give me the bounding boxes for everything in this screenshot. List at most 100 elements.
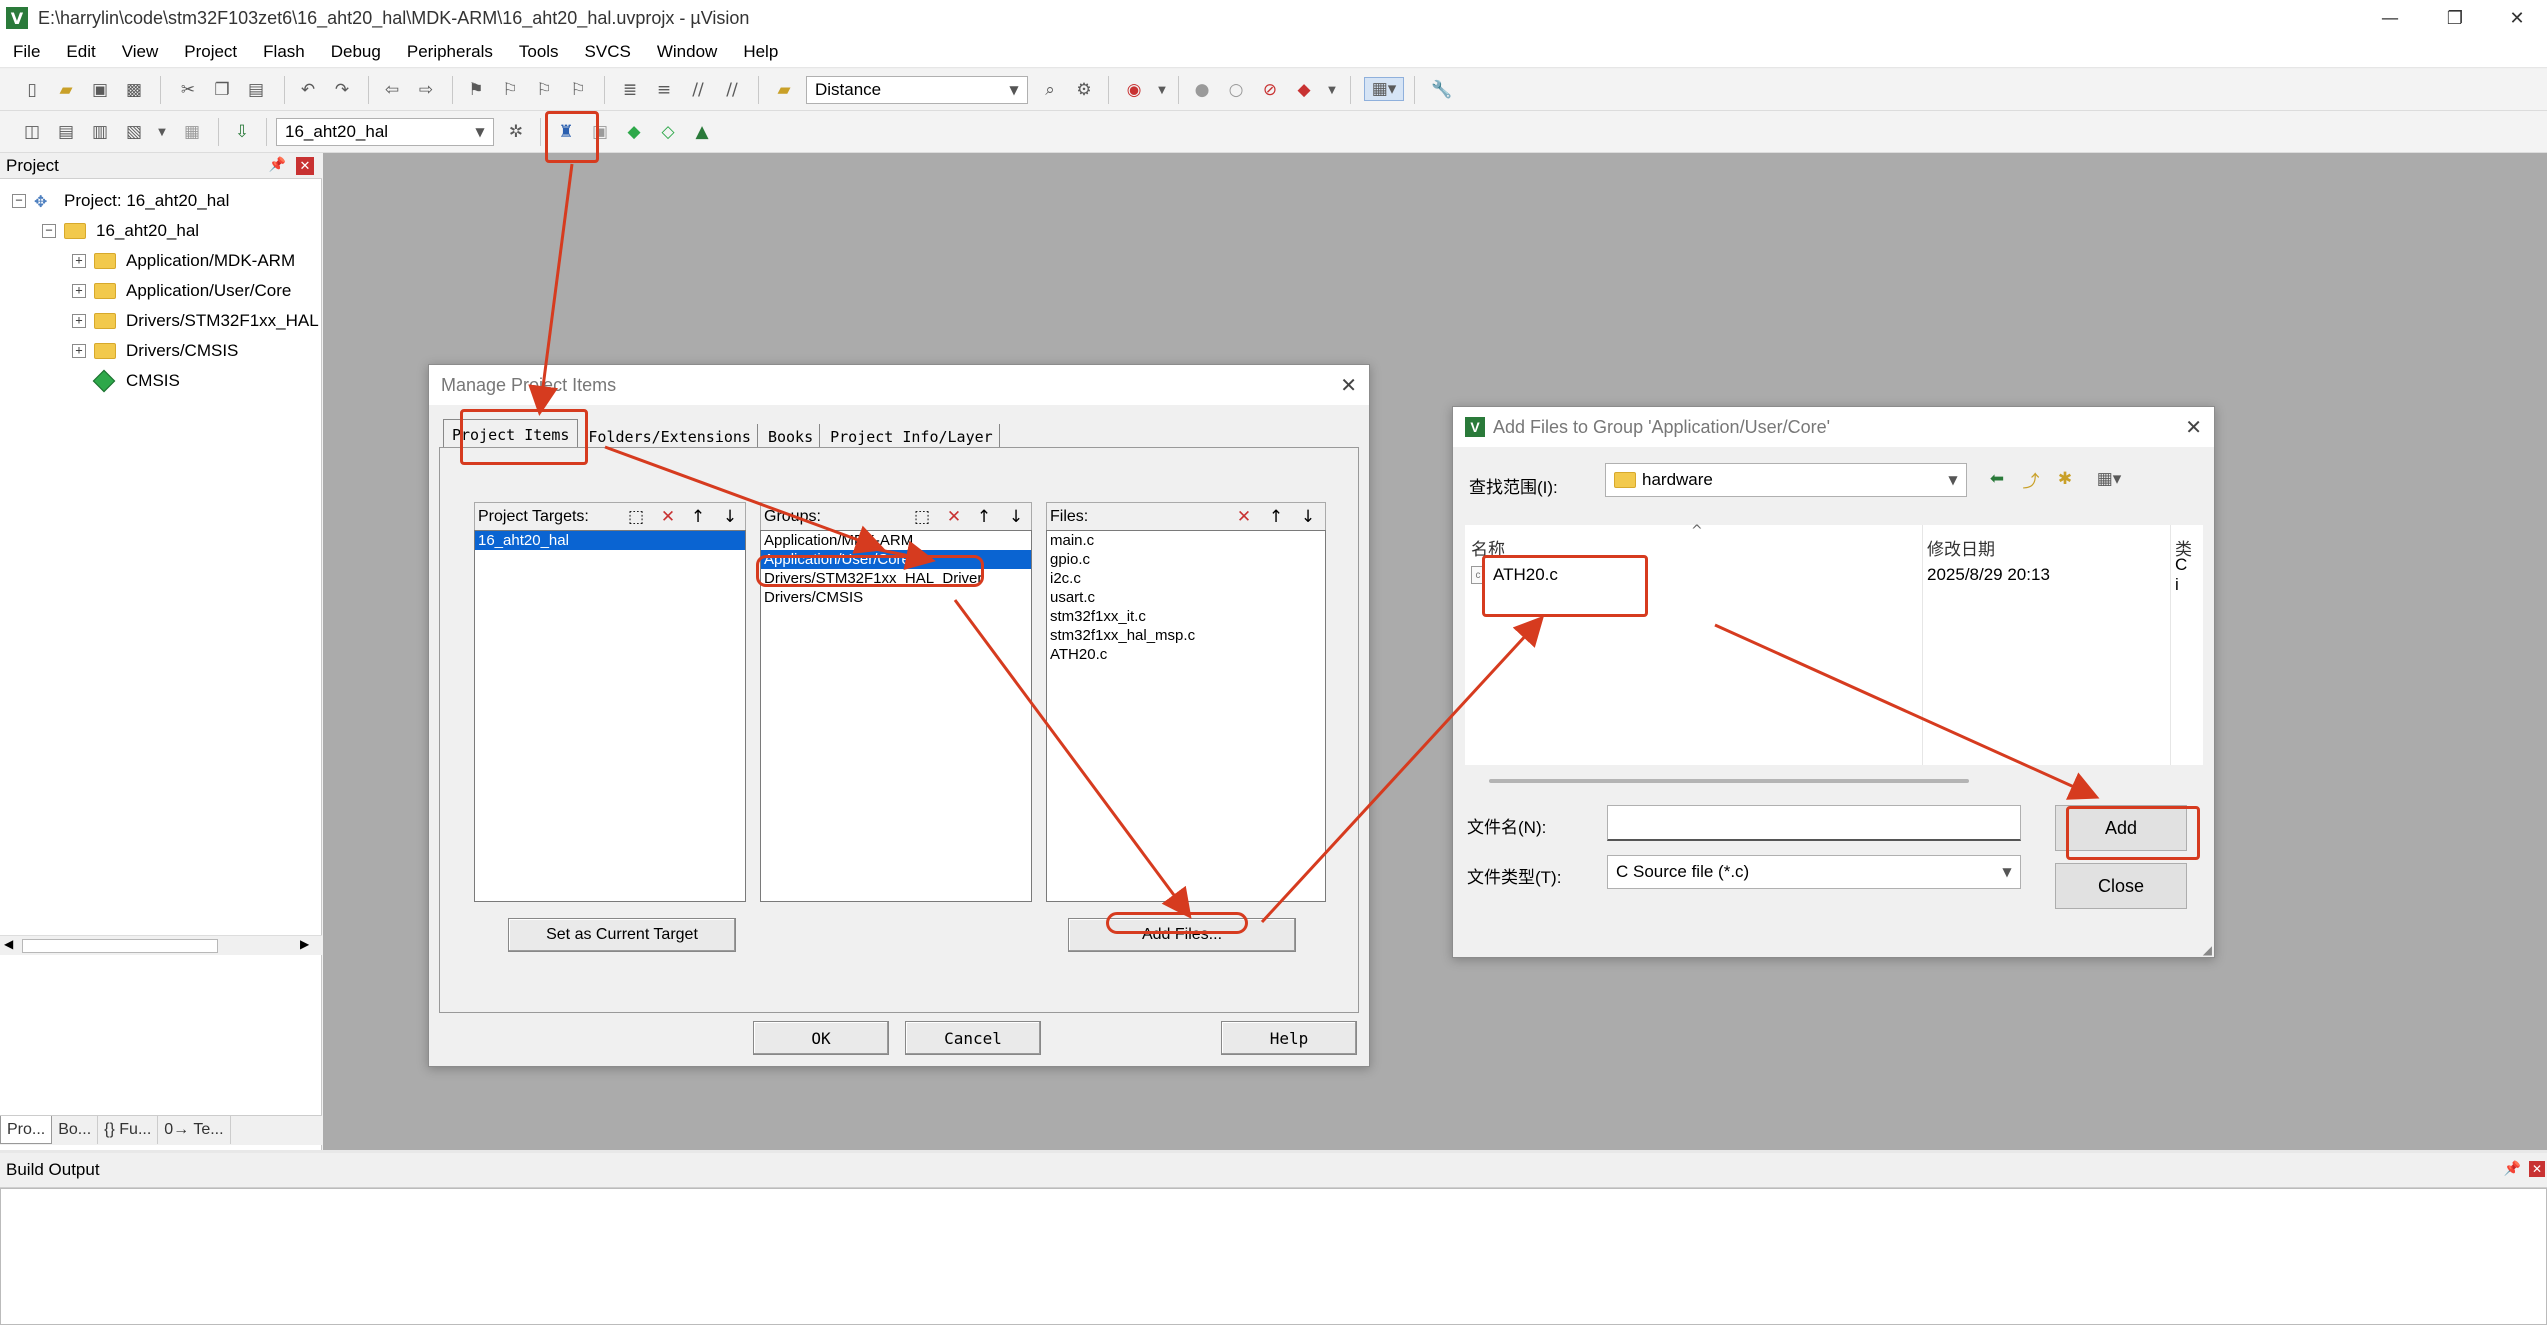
- help-button[interactable]: Help: [1221, 1021, 1357, 1055]
- move-down-icon[interactable]: ↓: [1297, 506, 1319, 528]
- find-icon[interactable]: ⌕: [1038, 78, 1062, 102]
- close-icon[interactable]: ✕: [296, 157, 314, 175]
- tree-project-root[interactable]: − ✥ Project: 16_aht20_hal: [12, 187, 229, 215]
- expand-icon[interactable]: +: [72, 284, 86, 298]
- expand-icon[interactable]: +: [72, 314, 86, 328]
- scrollbar-thumb[interactable]: [22, 939, 218, 953]
- file-item[interactable]: usart.c: [1047, 588, 1325, 607]
- menu-svcs[interactable]: SVCS: [572, 42, 644, 62]
- menu-help[interactable]: Help: [730, 42, 791, 62]
- menu-edit[interactable]: Edit: [53, 42, 108, 62]
- delete-target-icon[interactable]: ✕: [657, 506, 679, 528]
- debug-session-icon[interactable]: ◉: [1122, 78, 1146, 102]
- restore-button[interactable]: ❐: [2425, 0, 2485, 36]
- tree-target[interactable]: − 16_aht20_hal: [42, 217, 199, 245]
- move-down-icon[interactable]: ↓: [719, 506, 741, 528]
- manage-rte-icon[interactable]: ◆: [622, 120, 646, 144]
- build-output-pane[interactable]: [0, 1188, 2547, 1325]
- tab-templates[interactable]: 0→ Te...: [158, 1116, 231, 1144]
- pin-icon[interactable]: 📌: [2504, 1161, 2521, 1177]
- incremental-find-icon[interactable]: ⚙: [1072, 78, 1096, 102]
- file-item[interactable]: gpio.c: [1047, 550, 1325, 569]
- chevron-down-icon[interactable]: ▼: [150, 120, 174, 144]
- download-icon[interactable]: ⇩: [230, 120, 254, 144]
- scroll-right-icon[interactable]: ▶: [300, 937, 309, 951]
- scroll-left-icon[interactable]: ◀: [4, 937, 13, 951]
- unindent-icon[interactable]: ≡: [652, 78, 676, 102]
- file-item[interactable]: ATH20.c: [1047, 645, 1325, 664]
- pack-icon[interactable]: ▲: [690, 120, 714, 144]
- close-button[interactable]: Close: [2055, 863, 2187, 909]
- paste-icon[interactable]: ▤: [244, 78, 268, 102]
- targets-list[interactable]: 16_aht20_hal: [474, 530, 746, 902]
- horizontal-scrollbar[interactable]: [1489, 779, 1969, 783]
- menu-debug[interactable]: Debug: [318, 42, 394, 62]
- close-icon[interactable]: ✕: [1340, 373, 1357, 397]
- disable-breakpoint-icon[interactable]: ○: [1224, 78, 1248, 102]
- back-icon[interactable]: ⬅: [1985, 467, 2009, 491]
- set-current-target-button[interactable]: Set as Current Target: [508, 918, 736, 952]
- column-date[interactable]: 修改日期: [1927, 535, 1995, 560]
- find-in-files-icon[interactable]: ▰: [772, 78, 796, 102]
- tab-functions[interactable]: {} Fu...: [98, 1116, 159, 1144]
- chevron-down-icon[interactable]: ▼: [1150, 78, 1174, 102]
- uncomment-icon[interactable]: /∕: [720, 78, 744, 102]
- new-target-icon[interactable]: ⬚: [625, 506, 647, 528]
- tree-group[interactable]: + Drivers/STM32F1xx_HAL: [72, 307, 319, 335]
- new-file-icon[interactable]: ▯: [20, 78, 44, 102]
- undo-icon[interactable]: ↶: [296, 78, 320, 102]
- save-all-icon[interactable]: ▩: [122, 78, 146, 102]
- target-item[interactable]: 16_aht20_hal: [475, 531, 745, 550]
- redo-icon[interactable]: ↷: [330, 78, 354, 102]
- close-window-button[interactable]: ✕: [2487, 0, 2547, 36]
- menu-tools[interactable]: Tools: [506, 42, 572, 62]
- menu-view[interactable]: View: [109, 42, 172, 62]
- clear-bookmarks-icon[interactable]: ⚐: [566, 78, 590, 102]
- rebuild-icon[interactable]: ▥: [88, 120, 112, 144]
- expand-icon[interactable]: +: [72, 254, 86, 268]
- build-icon[interactable]: ▤: [54, 120, 78, 144]
- tab-books[interactable]: Bo...: [52, 1116, 99, 1144]
- prev-bookmark-icon[interactable]: ⚐: [498, 78, 522, 102]
- lookin-combo[interactable]: hardware ▼: [1605, 463, 1967, 497]
- delete-file-icon[interactable]: ✕: [1233, 506, 1255, 528]
- open-folder-icon[interactable]: ▰: [54, 78, 78, 102]
- expand-icon[interactable]: +: [72, 344, 86, 358]
- file-item[interactable]: stm32f1xx_it.c: [1047, 607, 1325, 626]
- nav-back-icon[interactable]: ⇦: [380, 78, 404, 102]
- move-up-icon[interactable]: ↑: [1265, 506, 1287, 528]
- translate-icon[interactable]: ◫: [20, 120, 44, 144]
- options-for-target-icon[interactable]: ✲: [504, 120, 528, 144]
- menu-project[interactable]: Project: [171, 42, 250, 62]
- menu-file[interactable]: File: [0, 42, 53, 62]
- menu-window[interactable]: Window: [644, 42, 730, 62]
- minimize-button[interactable]: —: [2360, 0, 2420, 36]
- close-icon[interactable]: ✕: [2529, 1161, 2545, 1177]
- breakpoint-icon[interactable]: ●: [1190, 78, 1214, 102]
- window-layout-icon[interactable]: ▦▾: [1364, 77, 1404, 101]
- batch-build-icon[interactable]: ▧: [122, 120, 146, 144]
- configure-icon[interactable]: 🔧: [1430, 78, 1454, 102]
- up-folder-icon[interactable]: ⤴: [2019, 467, 2043, 492]
- next-bookmark-icon[interactable]: ⚐: [532, 78, 556, 102]
- close-icon[interactable]: ✕: [2185, 415, 2202, 439]
- file-item[interactable]: stm32f1xx_hal_msp.c: [1047, 626, 1325, 645]
- chevron-down-icon[interactable]: ▼: [1320, 78, 1344, 102]
- group-item[interactable]: Application/MDK-ARM: [761, 531, 1031, 550]
- breakpoint-options-icon[interactable]: ◆: [1292, 78, 1316, 102]
- kill-breakpoints-icon[interactable]: ⊘: [1258, 78, 1282, 102]
- delete-group-icon[interactable]: ✕: [943, 506, 965, 528]
- collapse-icon[interactable]: −: [42, 224, 56, 238]
- pack-installer-icon[interactable]: ◇: [656, 120, 680, 144]
- menu-peripherals[interactable]: Peripherals: [394, 42, 506, 62]
- filename-input[interactable]: [1607, 805, 2021, 841]
- move-up-icon[interactable]: ↑: [687, 506, 709, 528]
- tree-group[interactable]: + Application/User/Core: [72, 277, 291, 305]
- copy-icon[interactable]: ❐: [210, 78, 234, 102]
- tree-component[interactable]: CMSIS: [92, 367, 180, 395]
- tree-group[interactable]: + Application/MDK-ARM: [72, 247, 295, 275]
- tab-project[interactable]: Pro...: [0, 1116, 53, 1144]
- filetype-combo[interactable]: C Source file (*.c) ▼: [1607, 855, 2021, 889]
- cancel-button[interactable]: Cancel: [905, 1021, 1041, 1055]
- files-list[interactable]: main.c gpio.c i2c.c usart.c stm32f1xx_it…: [1046, 530, 1326, 902]
